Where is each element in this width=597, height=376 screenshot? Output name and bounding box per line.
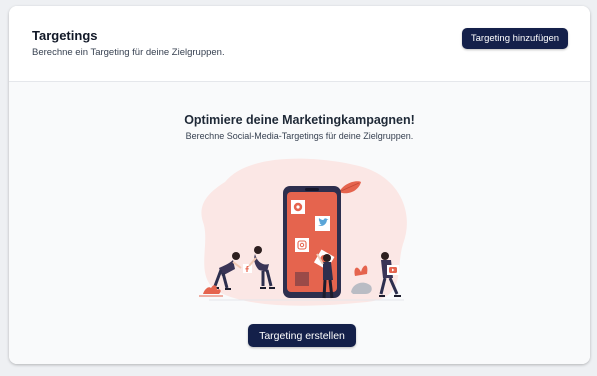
card-header: Targetings Berechne ein Targeting für de… <box>9 6 590 82</box>
twitter-icon <box>315 216 330 231</box>
add-targeting-button[interactable]: Targeting hinzufügen <box>462 28 568 49</box>
instagram-icon <box>295 238 309 252</box>
targetings-card: Targetings Berechne ein Targeting für de… <box>9 6 590 364</box>
empty-state: Optimiere deine Marketingkampagnen! Bere… <box>9 82 590 364</box>
create-targeting-button[interactable]: Targeting erstellen <box>248 324 356 347</box>
page-title: Targetings <box>32 28 98 43</box>
youtube-icon <box>387 265 399 275</box>
page-subtitle: Berechne ein Targeting für deine Zielgru… <box>32 47 225 58</box>
empty-state-title: Optimiere deine Marketingkampagnen! <box>184 113 415 127</box>
pinterest-icon <box>291 200 305 214</box>
empty-state-subtitle: Berechne Social-Media-Targetings für dei… <box>185 131 414 141</box>
smartphone <box>283 186 341 298</box>
marketing-illustration <box>199 158 407 306</box>
